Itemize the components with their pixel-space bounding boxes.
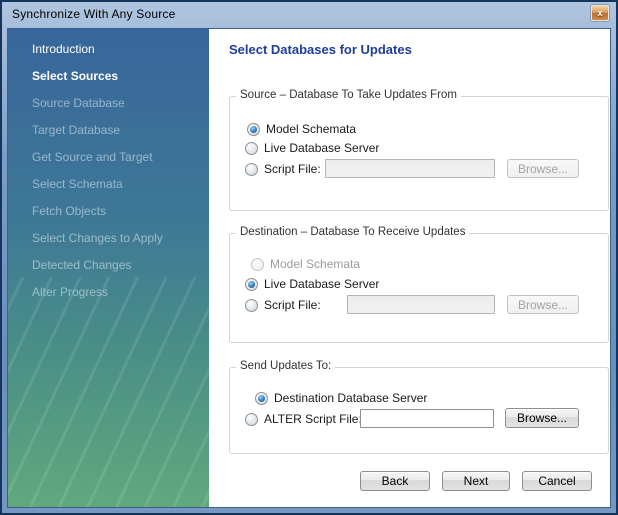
radio-label[interactable]: Model Schemata [266,122,356,136]
radio-label[interactable]: Model Schemata [270,257,360,271]
step-select-schemata: Select Schemata [8,171,209,198]
radio-destination-database-server[interactable] [255,392,268,405]
page-title: Select Databases for Updates [229,42,610,57]
radio-row-live-database-server: Live Database Server [245,141,379,155]
step-select-sources: Select Sources [8,63,209,90]
source-script-file-input[interactable] [325,159,495,178]
radio-script-file[interactable] [245,163,258,176]
alter-browse-button[interactable]: Browse... [505,408,579,428]
footer-buttons: Back Next Cancel [360,471,592,491]
step-select-changes-to-apply: Select Changes to Apply [8,225,209,252]
radio-row-live-database-server: Live Database Server [245,277,379,291]
source-browse-button[interactable]: Browse... [507,159,579,178]
close-icon: x [597,9,602,18]
radio-label[interactable]: Script File: [264,162,321,176]
cancel-button[interactable]: Cancel [522,471,592,491]
radio-live-database-server[interactable] [245,142,258,155]
radio-row-model-schemata: Model Schemata [247,122,356,136]
step-source-database: Source Database [8,90,209,117]
step-fetch-objects: Fetch Objects [8,198,209,225]
titlebar[interactable]: Synchronize With Any Source x [2,2,616,26]
group-source: Source – Database To Take Updates From M… [229,96,609,211]
radio-row-script-file: Script File: [245,298,321,312]
radio-label[interactable]: Destination Database Server [274,391,427,405]
wizard-window: Synchronize With Any Source x Introducti… [0,0,618,515]
radio-label[interactable]: ALTER Script File: [264,412,362,426]
main-panel: Select Databases for Updates Source – Da… [209,29,610,507]
group-destination-title: Destination – Database To Receive Update… [236,226,469,238]
radio-label[interactable]: Script File: [264,298,321,312]
step-get-source-and-target: Get Source and Target [8,144,209,171]
step-introduction: Introduction [8,36,209,63]
close-button[interactable]: x [591,5,609,21]
wizard-steps-sidebar: Introduction Select Sources Source Datab… [8,29,209,507]
radio-row-model-schemata: Model Schemata [251,257,360,271]
destination-script-file-input[interactable] [347,295,495,314]
radio-label[interactable]: Live Database Server [264,277,379,291]
radio-row-alter-script-file: ALTER Script File: [245,412,362,426]
radio-row-destination-database-server: Destination Database Server [255,391,427,405]
next-button[interactable]: Next [442,471,510,491]
group-send-updates-title: Send Updates To: [236,360,335,372]
step-alter-progress: Alter Progress [8,279,209,306]
window-content: Introduction Select Sources Source Datab… [7,28,611,508]
group-send-updates-to: Send Updates To: Destination Database Se… [229,367,609,454]
radio-script-file[interactable] [245,299,258,312]
window-title: Synchronize With Any Source [2,7,175,21]
destination-browse-button[interactable]: Browse... [507,295,579,314]
radio-model-schemata[interactable] [251,258,264,271]
group-source-title: Source – Database To Take Updates From [236,89,461,101]
step-target-database: Target Database [8,117,209,144]
step-detected-changes: Detected Changes [8,252,209,279]
alter-script-file-input[interactable] [360,409,494,428]
radio-model-schemata[interactable] [247,123,260,136]
radio-row-script-file: Script File: [245,162,321,176]
radio-alter-script-file[interactable] [245,413,258,426]
radio-live-database-server[interactable] [245,278,258,291]
back-button[interactable]: Back [360,471,430,491]
radio-label[interactable]: Live Database Server [264,141,379,155]
group-destination: Destination – Database To Receive Update… [229,233,609,343]
